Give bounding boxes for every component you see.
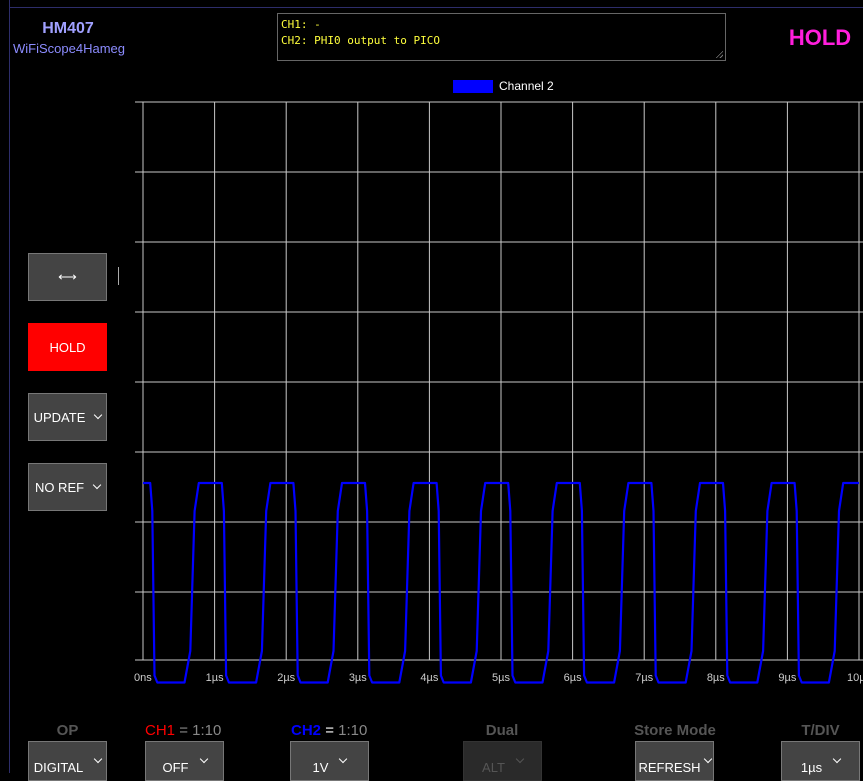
x-tick-label: 5µs <box>492 672 510 684</box>
op-select[interactable]: DIGITAL <box>28 741 107 781</box>
reference-select[interactable]: NO REF <box>28 463 107 511</box>
reference-select-label: NO REF <box>34 479 85 495</box>
dual-select[interactable]: ALT <box>463 741 542 781</box>
hold-button-label: HOLD <box>49 339 86 355</box>
ch2-eq: = <box>325 722 334 739</box>
chevron-down-icon <box>92 480 102 490</box>
ch1-label: CH1 = 1:10 <box>145 722 225 739</box>
chevron-down-icon <box>339 754 348 764</box>
ch2-name: CH2 <box>291 722 322 739</box>
legend-swatch <box>453 80 493 93</box>
cursor-marker[interactable] <box>118 267 119 285</box>
update-select-label: UPDATE <box>33 409 86 425</box>
x-tick-label: 2µs <box>277 672 295 684</box>
x-tick-label: 10µs <box>847 672 863 684</box>
double-arrow-icon: ⟷ <box>58 269 77 284</box>
chevron-down-icon <box>199 754 208 764</box>
ch1-volts-select[interactable]: OFF <box>145 741 224 781</box>
op-label: OP <box>56 722 79 739</box>
legend-label: Channel 2 <box>499 79 554 93</box>
x-tick-label: 8µs <box>707 672 725 684</box>
chevron-down-icon <box>515 754 525 764</box>
ch2-probe-ratio: 1:10 <box>338 722 368 739</box>
store-mode-label: Store Mode <box>634 722 716 739</box>
chevron-down-icon <box>94 410 103 420</box>
store-mode-select[interactable]: REFRESH <box>635 741 714 781</box>
tdiv-select[interactable]: 1µs <box>781 741 860 781</box>
scope-display: 0ns 1µs 2µs 3µs 4µs 5µs 6µs 7µs 8µs 9µs 10µs Channe… <box>134 79 863 684</box>
ch2-volts-select[interactable]: 1V <box>290 741 369 781</box>
hold-button[interactable]: HOLD <box>28 323 107 371</box>
tdiv-label: T/DIV <box>801 722 840 739</box>
x-tick-label: 1µs <box>206 672 224 684</box>
x-tick-label: 9µs <box>778 672 796 684</box>
dual-label: Dual <box>485 722 519 739</box>
chevron-down-icon <box>703 754 712 764</box>
x-tick-label: 3µs <box>349 672 367 684</box>
ch1-name: CH1 <box>145 722 176 739</box>
x-tick-label: 6µs <box>564 672 582 684</box>
chevron-down-icon <box>832 754 842 764</box>
ch2-label: CH2 = 1:10 <box>291 722 371 739</box>
update-select[interactable]: UPDATE <box>28 393 107 441</box>
cursor-toggle-button[interactable]: ⟷ <box>28 253 107 301</box>
x-tick-label: 0ns <box>134 672 152 684</box>
chevron-down-icon <box>94 754 103 764</box>
x-tick-label: 7µs <box>635 672 653 684</box>
x-tick-label: 4µs <box>420 672 438 684</box>
ch1-probe-ratio: 1:10 <box>192 722 222 739</box>
ch1-eq: = <box>179 722 188 739</box>
